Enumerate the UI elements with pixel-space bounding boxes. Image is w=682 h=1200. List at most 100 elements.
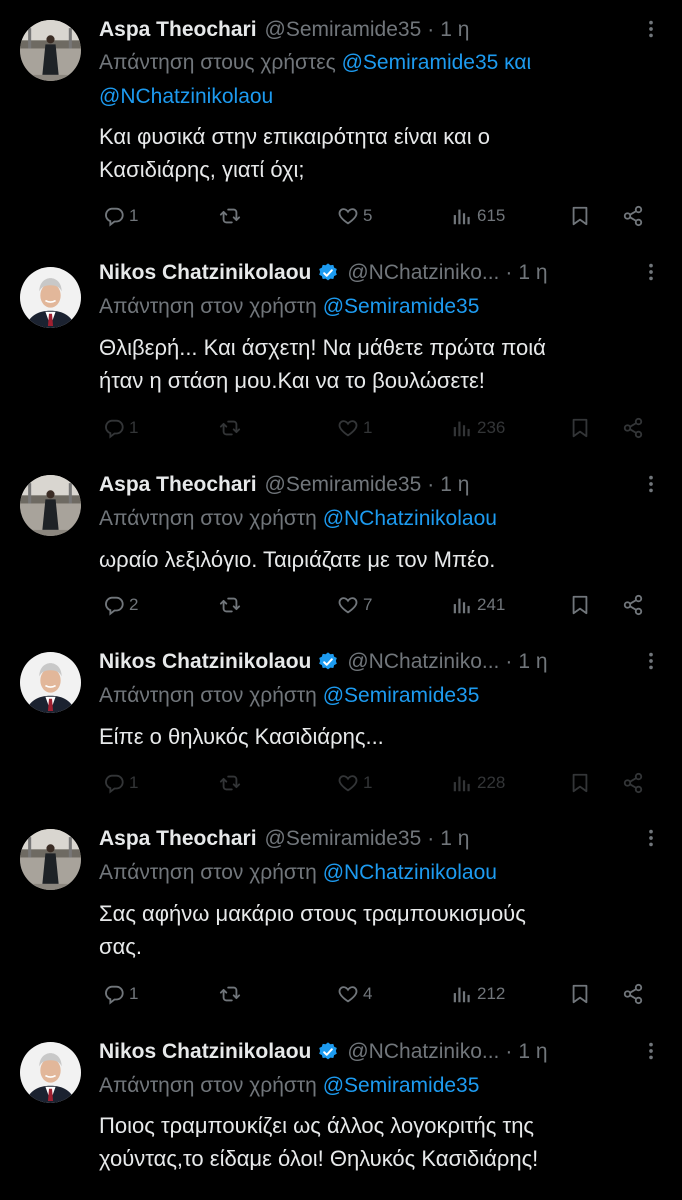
mention-link[interactable]: @NChatzinikolaou — [323, 507, 497, 530]
mention-link[interactable]: @Semiramide35 — [323, 295, 480, 318]
reply-button[interactable]: 1 — [103, 201, 138, 231]
author-name[interactable]: Nikos Chatzinikolaou — [99, 1040, 311, 1064]
share-button[interactable] — [622, 979, 648, 1009]
reply-button[interactable]: 1 — [103, 979, 138, 1009]
bookmark-button[interactable] — [569, 413, 595, 443]
bookmark-button[interactable] — [569, 768, 595, 798]
tweet[interactable]: Nikos Chatzinikolaou @NChatziniko... · 1… — [0, 642, 682, 817]
author-name[interactable]: Aspa Theochari — [99, 827, 257, 851]
reply-prefix: Απάντηση στον χρήστη — [99, 684, 317, 707]
author-handle[interactable]: @Semiramide35 — [265, 827, 422, 851]
tweet[interactable]: Aspa Theochari @Semiramide35 · 1 η Απάντ… — [0, 819, 682, 1029]
like-button[interactable]: 1 — [337, 768, 372, 798]
avatar[interactable] — [20, 652, 81, 713]
like-button[interactable]: 5 — [337, 201, 372, 231]
timestamp[interactable]: 1 η — [440, 473, 469, 497]
reply-button[interactable]: 1 — [103, 413, 138, 443]
reply-count: 1 — [129, 984, 139, 1003]
tweet-header: Aspa Theochari @Semiramide35 · 1 η — [99, 465, 662, 505]
reply-icon — [103, 417, 125, 439]
tweet[interactable]: Aspa Theochari @Semiramide35 · 1 η Απάντ… — [0, 10, 682, 250]
like-count: 4 — [363, 984, 373, 1003]
more-icon[interactable] — [640, 473, 662, 495]
author-handle[interactable]: @Semiramide35 — [265, 473, 422, 497]
views-button[interactable]: 241 — [451, 590, 505, 620]
views-button[interactable]: 615 — [451, 201, 505, 231]
tweet[interactable]: Nikos Chatzinikolaou @NChatziniko... · 1… — [0, 1032, 682, 1200]
reply-prefix: Απάντηση στον χρήστη — [99, 1074, 317, 1097]
more-icon[interactable] — [640, 827, 662, 849]
share-button[interactable] — [622, 201, 648, 231]
retweet-button[interactable] — [219, 413, 245, 443]
mention-link[interactable]: @NChatzinikolaou — [323, 861, 497, 884]
tweet-header: Nikos Chatzinikolaou @NChatziniko... · 1… — [99, 642, 662, 682]
more-icon[interactable] — [640, 1040, 662, 1062]
tweet-text-line: ήταν η στάση μου.Και να το βουλώσετε! — [99, 368, 485, 393]
timestamp[interactable]: 1 η — [518, 1040, 547, 1064]
heart-icon — [337, 205, 359, 227]
reply-count: 2 — [129, 595, 139, 614]
retweet-button[interactable] — [219, 979, 245, 1009]
author-handle[interactable]: @NChatziniko... — [347, 261, 499, 285]
timestamp[interactable]: 1 η — [518, 650, 547, 674]
avatar[interactable] — [20, 829, 81, 890]
author-handle[interactable]: @NChatziniko... — [347, 1040, 499, 1064]
author-name[interactable]: Aspa Theochari — [99, 473, 257, 497]
avatar[interactable] — [20, 267, 81, 328]
author-handle[interactable]: @NChatziniko... — [347, 650, 499, 674]
author-name[interactable]: Nikos Chatzinikolaou — [99, 650, 311, 674]
reply-prefix: Απάντηση στον χρήστη — [99, 861, 317, 884]
mention-link[interactable]: @Semiramide35 — [342, 51, 499, 74]
more-icon[interactable] — [640, 18, 662, 40]
views-count: 236 — [477, 418, 506, 437]
separator-dot: · — [427, 827, 435, 850]
retweet-button[interactable] — [219, 201, 245, 231]
share-icon — [622, 205, 644, 227]
avatar[interactable] — [20, 475, 81, 536]
verified-badge-icon — [317, 262, 339, 284]
author-name[interactable]: Aspa Theochari — [99, 18, 257, 42]
tweet[interactable]: Nikos Chatzinikolaou @NChatziniko... · 1… — [0, 253, 682, 458]
tweet-header: Aspa Theochari @Semiramide35 · 1 η — [99, 10, 662, 50]
like-button[interactable]: 4 — [337, 979, 372, 1009]
bookmark-button[interactable] — [569, 590, 595, 620]
share-button[interactable] — [622, 590, 648, 620]
replying-to: Απάντηση στους χρήστες @Semiramide35 και… — [99, 46, 662, 114]
views-button[interactable]: 212 — [451, 979, 505, 1009]
timestamp[interactable]: 1 η — [440, 18, 469, 42]
author-name[interactable]: Nikos Chatzinikolaou — [99, 261, 311, 285]
reply-button[interactable]: 1 — [103, 768, 138, 798]
share-button[interactable] — [622, 768, 648, 798]
timestamp[interactable]: 1 η — [440, 827, 469, 851]
retweet-button[interactable] — [219, 590, 245, 620]
like-button[interactable]: 7 — [337, 590, 372, 620]
reply-button[interactable]: 2 — [103, 590, 138, 620]
bookmark-button[interactable] — [569, 201, 595, 231]
reply-count: 1 — [129, 206, 139, 225]
views-icon — [451, 417, 473, 439]
avatar[interactable] — [20, 20, 81, 81]
views-button[interactable]: 236 — [451, 413, 505, 443]
separator-dot: · — [505, 1040, 513, 1063]
avatar[interactable] — [20, 1042, 81, 1103]
tweet-text: ωραίο λεξιλόγιο. Ταιριάζατε με τον Μπέο. — [99, 543, 658, 576]
more-icon[interactable] — [640, 650, 662, 672]
heart-icon — [337, 594, 359, 616]
bookmark-button[interactable] — [569, 979, 595, 1009]
more-icon[interactable] — [640, 261, 662, 283]
share-button[interactable] — [622, 413, 648, 443]
like-button[interactable]: 1 — [337, 413, 372, 443]
mention-link[interactable]: @Semiramide35 — [323, 1074, 480, 1097]
timestamp[interactable]: 1 η — [518, 261, 547, 285]
views-button[interactable]: 228 — [451, 768, 505, 798]
action-bar: 2 7 241 — [99, 590, 662, 620]
retweet-button[interactable] — [219, 768, 245, 798]
tweet-text-line: Ποιος τραμπουκίζει ως άλλος λογοκριτής τ… — [99, 1113, 535, 1138]
tweet[interactable]: Aspa Theochari @Semiramide35 · 1 η Απάντ… — [0, 465, 682, 645]
mention-link[interactable]: @Semiramide35 — [323, 684, 480, 707]
replying-to: Απάντηση στον χρήστη @NChatzinikolaou — [99, 856, 662, 890]
mention-link[interactable]: @NChatzinikolaou — [99, 85, 273, 108]
separator-dot: · — [505, 650, 513, 673]
bookmark-icon — [569, 983, 591, 1005]
author-handle[interactable]: @Semiramide35 — [265, 18, 422, 42]
